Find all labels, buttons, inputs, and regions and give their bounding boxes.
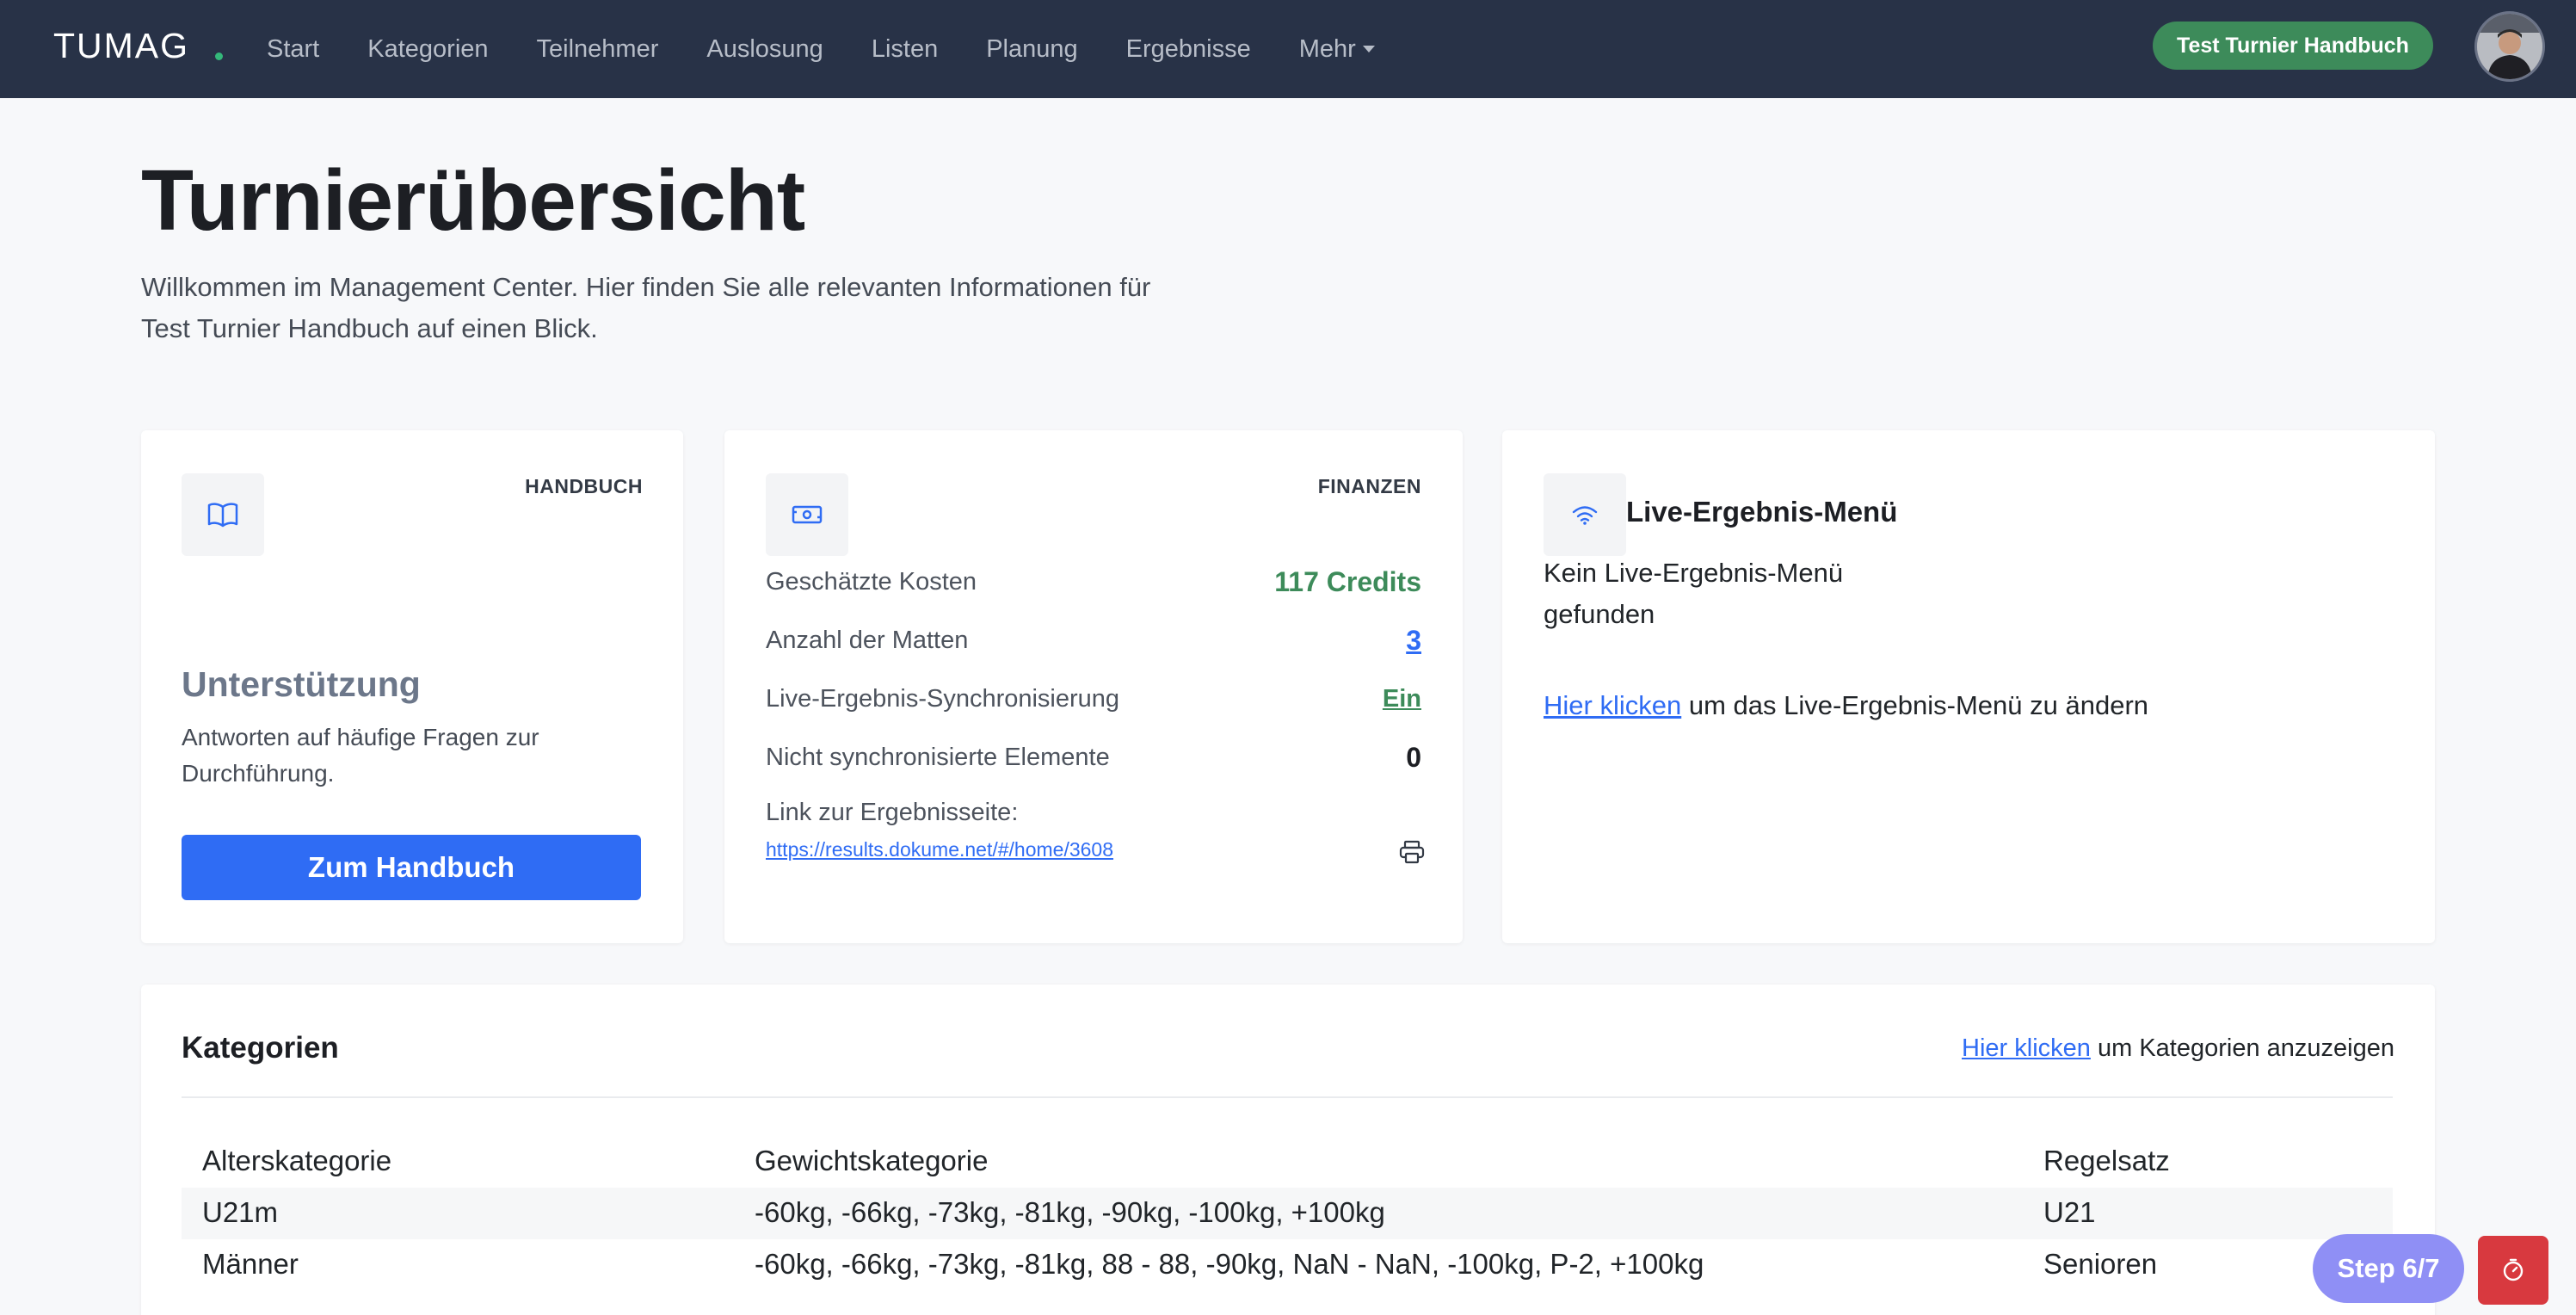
handbook-tag: HANDBUCH [525,475,643,497]
nav-item-planung[interactable]: Planung [986,35,1077,64]
page-intro: Willkommen im Management Center. Hier fi… [141,267,1303,349]
live-menu-change-link[interactable]: Hier klicken [1544,690,1681,720]
print-icon[interactable] [1399,840,1425,868]
categories-divider [182,1096,2393,1098]
tournament-badge[interactable]: Test Turnier Handbuch [2153,22,2433,70]
estimated-costs-row: Geschätzte Kosten 117 Credits [766,563,1421,601]
handbook-card: HANDBUCH Unterstützung Antworten auf häu… [141,430,683,943]
mat-count-label: Anzahl der Matten [766,626,969,654]
estimated-costs-label: Geschätzte Kosten [766,567,977,596]
live-menu-empty-text: Kein Live-Ergebnis-Menü gefunden [1544,558,1844,629]
support-description: Antworten auf häufige Fragen zur Durchfü… [182,724,539,787]
unsynced-value: 0 [1406,741,1421,773]
live-menu-action-text: um das Live-Ergebnis-Menü zu ändern [1681,690,2149,720]
brand-logo[interactable]: TUMAG [53,26,224,66]
mat-count-link[interactable]: 3 [1406,625,1421,657]
table-cell-age: U21m [202,1196,279,1228]
finance-icon-box [766,473,848,556]
top-navbar: TUMAG Start Kategorien Teilnehmer Auslos… [0,0,2576,98]
finance-card: FINANZEN Geschätzte Kosten 117 Credits A… [724,430,1463,943]
live-sync-label: Live-Ergebnis-Synchronisierung [766,684,1120,713]
column-header-age: Alterskategorie [202,1145,392,1176]
nav-item-start[interactable]: Start [267,35,319,64]
table-cell-age: Männer [202,1248,299,1280]
nav-item-auslosung[interactable]: Auslosung [706,35,823,64]
unsynced-label: Nicht synchronisierte Elemente [766,743,1110,771]
mat-count-row: Anzahl der Matten 3 [766,621,1421,659]
table-header-row: Alterskategorie Gewichtskategorie Regels… [182,1136,2393,1188]
categories-title: Kategorien [182,1031,339,1065]
printer-icon-svg [1399,840,1425,864]
nav-item-teilnehmer[interactable]: Teilnehmer [537,35,659,64]
live-icon-box [1544,473,1626,556]
live-menu-title: Live-Ergebnis-Menü [1626,496,1898,528]
categories-table: Alterskategorie Gewichtskategorie Regels… [182,1136,2393,1291]
finance-tag: FINANZEN [1317,475,1421,497]
result-page-link[interactable]: https://results.dokume.net/#/home/3608 [766,838,1113,861]
cash-icon [792,505,823,524]
avatar-image [2477,14,2542,79]
table-cell-ruleset: U21 [2043,1196,2096,1228]
table-row[interactable]: Männer -60kg, -66kg, -73kg, -81kg, 88 - … [182,1239,2393,1291]
estimated-costs-value: 117 Credits [1274,565,1421,597]
nav-item-mehr-label: Mehr [1298,34,1356,63]
brand-name: TUMAG [53,26,190,65]
timer-button[interactable] [2478,1236,2548,1305]
table-cell-weight: -60kg, -66kg, -73kg, -81kg, 88 - 88, -90… [755,1248,1704,1280]
open-handbook-button[interactable]: Zum Handbuch [182,835,641,900]
live-sync-toggle-link[interactable]: Ein [1383,685,1421,713]
support-title: Unterstützung [182,664,421,704]
brand-dot [215,52,224,60]
table-cell-weight: -60kg, -66kg, -73kg, -81kg, -90kg, -100k… [755,1196,1385,1228]
handbook-icon-box [182,473,264,556]
categories-action: Hier klicken um Kategorien anzuzeigen [1962,1034,2394,1063]
unsynced-row: Nicht synchronisierte Elemente 0 [766,738,1421,776]
tour-step-button[interactable]: Step 6/7 [2313,1234,2464,1303]
categories-show-link[interactable]: Hier klicken [1962,1034,2091,1062]
book-open-icon [207,503,238,528]
nav-item-ergebnisse[interactable]: Ergebnisse [1126,35,1251,64]
nav-item-listen[interactable]: Listen [872,35,938,64]
table-cell-ruleset: Senioren [2043,1248,2158,1280]
caret-down-icon [1362,46,1375,52]
result-link-label: Link zur Ergebnisseite: [766,799,1019,826]
stopwatch-icon [2503,1258,2524,1281]
nav-item-mehr[interactable]: Mehr [1299,35,1375,64]
page-intro-line-2: Test Turnier Handbuch auf einen Blick. [141,313,598,343]
wifi-icon [1572,506,1598,525]
page-intro-line-1: Willkommen im Management Center. Hier fi… [141,272,1151,302]
live-menu-action: Hier klicken um das Live-Ergebnis-Menü z… [1544,690,2148,721]
column-header-ruleset: Regelsatz [2043,1145,2170,1176]
nav-item-kategorien[interactable]: Kategorien [367,35,488,64]
column-header-weight: Gewichtskategorie [755,1145,989,1176]
categories-action-text: um Kategorien anzuzeigen [2090,1034,2394,1062]
user-avatar[interactable] [2474,11,2545,82]
live-result-card: Live-Ergebnis-Menü Kein Live-Ergebnis-Me… [1502,430,2435,943]
categories-card: Kategorien Hier klicken um Kategorien an… [141,985,2435,1315]
nav-links: Start Kategorien Teilnehmer Auslosung Li… [267,0,1423,98]
table-row[interactable]: U21m -60kg, -66kg, -73kg, -81kg, -90kg, … [182,1188,2393,1239]
live-sync-row: Live-Ergebnis-Synchronisierung Ein [766,680,1421,718]
page-title: Turnierübersicht [141,152,805,249]
